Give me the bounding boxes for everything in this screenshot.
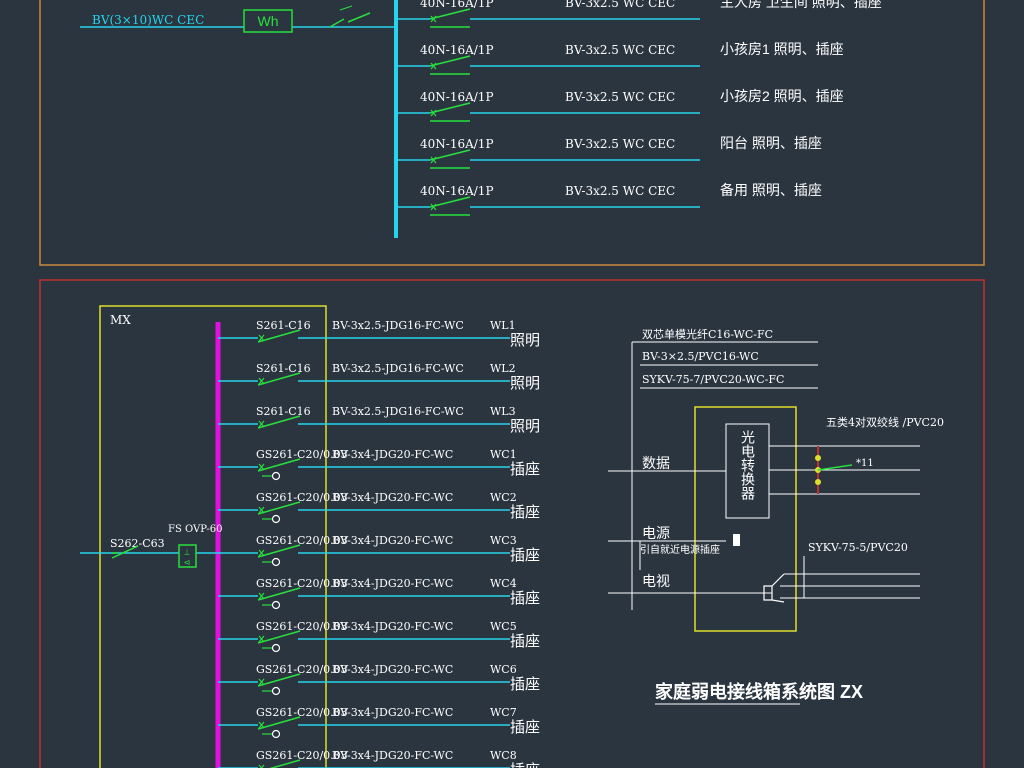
incoming-line-3: SYKV-75-7/PVC20-WC-FC — [642, 373, 784, 386]
top-circuit-description: 小孩房2 照明、插座 — [720, 88, 844, 104]
tv-label: 电视 — [642, 573, 670, 589]
circuit-code-label: WL3 — [490, 405, 516, 418]
bottom-circuits: S261-C16 BV-3x2.5-JDG16-FC-WC WL1照明S261-C1… — [218, 319, 540, 768]
bottom-cable-label: BV-3x4-JDG20-FC-WC — [332, 706, 453, 719]
weak-current-system: 双芯单模光纤C16-WC-FC BV-3×2.5/PVC16-WC SYKV-7… — [608, 327, 944, 705]
circuit-usage-label: 插座 — [510, 504, 540, 521]
bottom-breaker-label: S261-C16 — [256, 319, 311, 332]
bottom-circuit-row: GS261-C20/0.03BV-3x4-JDG20-FC-WC WC4插座 — [218, 577, 540, 610]
svg-text:⊲: ⊲ — [184, 558, 191, 567]
bottom-cable-label: BV-3x4-JDG20-FC-WC — [332, 577, 453, 590]
top-circuit-description: 主人房 卫生间 照明、插座 — [720, 0, 882, 10]
circuit-code-label: WC1 — [490, 448, 517, 461]
bottom-circuit-row: GS261-C20/0.03BV-3x4-JDG20-FC-WC WC1插座 — [218, 448, 540, 481]
main-breaker-label: S262-C63 — [110, 537, 165, 550]
circuit-code-label: WL1 — [490, 319, 516, 332]
bottom-cable-label: BV-3x4-JDG20-FC-WC — [332, 663, 453, 676]
top-cable-label: BV-3x2.5 WC CEC — [565, 43, 675, 57]
bottom-cable-label: BV-3x2.5-JDG16-FC-WC — [332, 362, 464, 375]
optical-converter-label: 光电转换器 — [740, 430, 756, 500]
circuit-usage-label: 照明 — [510, 418, 540, 435]
bottom-circuit-row: GS261-C20/0.03BV-3x4-JDG20-FC-WC WC5插座 — [218, 620, 540, 653]
bottom-cable-label: BV-3x4-JDG20-FC-WC — [332, 448, 453, 461]
top-circuit-description: 小孩房1 照明、插座 — [720, 41, 844, 57]
main-incoming: S262-C63 FS OVP-60 ⊥ ⊲ — [80, 524, 223, 568]
spd-label: FS OVP-60 — [168, 524, 223, 535]
bottom-circuit-row: GS261-C20/0.03BV-3x4-JDG20-FC-WC WC6插座 — [218, 663, 540, 696]
circuit-usage-label: 插座 — [510, 461, 540, 478]
bottom-circuit-row: GS261-C20/0.03BV-3x4-JDG20-FC-WC WC7插座 — [218, 706, 540, 739]
bottom-circuit-row: S261-C16 BV-3x2.5-JDG16-FC-WC WL2照明 — [218, 362, 540, 392]
cable-coax-label: SYKV-75-5/PVC20 — [808, 541, 908, 554]
top-breaker-label: 40N-16A/1P — [420, 137, 494, 151]
circuit-usage-label: 照明 — [510, 375, 540, 392]
mx-box-label: MX — [110, 313, 131, 327]
bottom-cable-label: BV-3x2.5-JDG16-FC-WC — [332, 319, 464, 332]
circuit-usage-label: 插座 — [510, 590, 540, 607]
circuit-code-label: WC7 — [490, 706, 517, 719]
wiring-diagram: BV(3×10)WC CEC Wh 40N-16A/1P BV-3x2.5 WC … — [39, 0, 985, 768]
circuit-code-label: WC8 — [490, 749, 517, 762]
bottom-cable-label: BV-3x2.5-JDG16-FC-WC — [332, 405, 464, 418]
diagram-title: 家庭弱电接线箱系统图 ZX — [655, 681, 863, 702]
bottom-cable-label: BV-3x4-JDG20-FC-WC — [332, 620, 453, 633]
top-cable-label: BV-3x2.5 WC CEC — [565, 90, 675, 104]
top-breaker-label: 40N-16A/1P — [420, 184, 494, 198]
top-breaker-label: 40N-16A/1P — [420, 43, 494, 57]
bottom-cable-label: BV-3x4-JDG20-FC-WC — [332, 534, 453, 547]
bottom-circuit-row: GS261-C20/0.03BV-3x4-JDG20-FC-WCWC8插座 — [218, 749, 540, 768]
incoming-cable-label: BV(3×10)WC CEC — [92, 13, 204, 27]
bottom-circuit-row: S261-C16 BV-3x2.5-JDG16-FC-WC WL1照明 — [218, 319, 540, 349]
data-label: 数据 — [642, 455, 670, 471]
bottom-cable-label: BV-3x4-JDG20-FC-WC — [332, 749, 453, 762]
top-panel-frame — [39, 0, 985, 266]
incoming-line-2: BV-3×2.5/PVC16-WC — [642, 350, 759, 363]
top-cable-label: BV-3x2.5 WC CEC — [565, 184, 675, 198]
circuit-usage-label: 插座 — [510, 762, 540, 768]
top-circuit-row: 40N-16A/1P BV-3x2.5 WC CEC 阳台 照明、插座 — [396, 135, 822, 169]
top-incoming: BV(3×10)WC CEC Wh — [80, 5, 396, 33]
bottom-circuit-row: S261-C16 BV-3x2.5-JDG16-FC-WC WL3照明 — [218, 405, 540, 435]
top-circuit-row: 40N-16A/1P BV-3x2.5 WC CEC 小孩房1 照明、插座 — [396, 41, 844, 75]
incoming-line-1: 双芯单模光纤C16-WC-FC — [642, 327, 773, 341]
top-breaker-label: 40N-16A/1P — [420, 0, 494, 10]
kwh-meter-label: Wh — [258, 13, 279, 29]
top-breaker-label: 40N-16A/1P — [420, 90, 494, 104]
bottom-breaker-label: S261-C16 — [256, 405, 311, 418]
top-circuit-row: 40N-16A/1P BV-3x2.5 WC CEC 小孩房2 照明、插座 — [396, 88, 844, 122]
circuit-code-label: WC6 — [490, 663, 517, 676]
top-cable-label: BV-3x2.5 WC CEC — [565, 0, 675, 10]
top-circuit-description: 阳台 照明、插座 — [720, 135, 822, 151]
circuit-code-label: WC5 — [490, 620, 517, 633]
circuit-usage-label: 照明 — [510, 332, 540, 349]
top-circuit-row: 40N-16A/1P BV-3x2.5 WC CEC 备用 照明、插座 — [396, 182, 822, 216]
circuit-code-label: WC4 — [490, 577, 517, 590]
circuit-usage-label: 插座 — [510, 547, 540, 564]
socket-label: 引自就近电源插座 — [640, 543, 720, 556]
circuit-code-label: WL2 — [490, 362, 516, 375]
top-circuit-row: 40N-16A/1P BV-3x2.5 WC CEC 主人房 卫生间 照明、插座 — [396, 0, 882, 28]
cable-twisted-label: 五类4对双绞线 /PVC20 — [826, 415, 944, 429]
svg-text:⊥: ⊥ — [184, 548, 191, 557]
bottom-circuit-row: GS261-C20/0.03BV-3x4-JDG20-FC-WC WC3插座 — [218, 534, 540, 567]
circuit-code-label: WC2 — [490, 491, 517, 504]
top-cable-label: BV-3x2.5 WC CEC — [565, 137, 675, 151]
power-plug-icon — [733, 534, 740, 546]
circuit-usage-label: 插座 — [510, 676, 540, 693]
power-label: 电源 — [642, 525, 670, 541]
circuit-usage-label: 插座 — [510, 719, 540, 736]
bottom-circuit-row: GS261-C20/0.03BV-3x4-JDG20-FC-WC WC2插座 — [218, 491, 540, 524]
count-label: *11 — [856, 458, 874, 469]
top-circuits: 40N-16A/1P BV-3x2.5 WC CEC 主人房 卫生间 照明、插座40… — [396, 0, 882, 216]
circuit-usage-label: 插座 — [510, 633, 540, 650]
bottom-breaker-label: S261-C16 — [256, 362, 311, 375]
top-circuit-description: 备用 照明、插座 — [720, 182, 822, 198]
bottom-cable-label: BV-3x4-JDG20-FC-WC — [332, 491, 453, 504]
circuit-code-label: WC3 — [490, 534, 517, 547]
